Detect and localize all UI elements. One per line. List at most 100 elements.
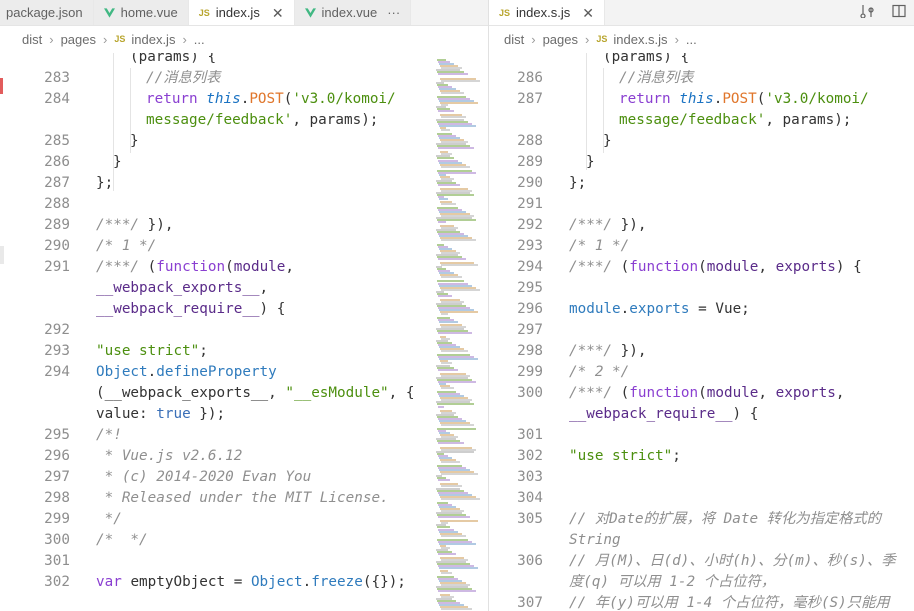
split-editor-icon[interactable] <box>892 3 906 22</box>
code-token: ( <box>620 385 630 401</box>
left-code-editor[interactable]: (params) {283//消息列表 284 return this.POST('… <box>0 53 432 611</box>
js-file-icon: JS <box>596 34 608 44</box>
tab-home-vue[interactable]: home.vue <box>93 0 189 25</box>
right-code-editor[interactable]: (params) {286//消息列表 287 return this.POST('… <box>489 53 914 611</box>
breadcrumb-symbol[interactable]: ... <box>194 32 205 47</box>
code-token: // 月(M)、日(d)、小时(h)、分(m)、秒(s)、季 <box>569 553 896 569</box>
minimap[interactable] <box>432 53 488 611</box>
code-token: ( <box>698 259 707 275</box>
code-line: (params) { <box>603 53 689 68</box>
line-number: 305 <box>517 511 543 527</box>
code-token: . <box>302 574 312 590</box>
code-line: /* 1 */ <box>569 236 629 257</box>
line-number: 287 <box>517 91 543 107</box>
code-token: ( <box>698 385 707 401</box>
code-token: //消息列表 <box>619 70 694 86</box>
code-line: } <box>130 131 139 152</box>
code-token: /* 1 */ <box>569 238 630 254</box>
code-line: /* 1 */ <box>96 236 156 257</box>
code-token: }), <box>147 217 174 233</box>
code-token: (__webpack_exports__, <box>96 385 286 401</box>
code-token: defineProperty <box>156 364 277 380</box>
js-file-icon: JS <box>114 34 126 44</box>
code-token: 度(q) 可以用 1-2 个占位符， <box>569 574 776 590</box>
line-number <box>0 299 70 320</box>
minimap-line <box>441 473 478 476</box>
editor-actions <box>860 0 910 25</box>
line-number <box>489 530 543 551</box>
code-token: 'v3.0/komoi/ <box>765 91 869 107</box>
line-number: 300 <box>517 385 543 401</box>
close-icon[interactable]: ✕ <box>582 6 594 20</box>
breadcrumb-part[interactable]: pages <box>61 32 96 47</box>
minimap-line <box>441 497 480 500</box>
breadcrumb-separator: › <box>182 31 187 47</box>
line-number: 295 <box>44 427 70 443</box>
code-token: module <box>233 259 286 275</box>
code-line: // 对Date的扩展，将 Date 转化为指定格式的 <box>569 509 881 530</box>
code-line: }; <box>96 173 113 194</box>
breadcrumb-right: dist › pages › JS index.s.js › ... <box>504 26 697 52</box>
breadcrumb-file[interactable]: index.s.js <box>613 32 667 47</box>
code-line: //消息列表 <box>619 68 693 89</box>
breadcrumb-separator: › <box>585 31 590 47</box>
code-line: } <box>113 152 122 173</box>
code-token: "use strict" <box>569 448 673 464</box>
tab-index-vue[interactable]: index.vue ··· <box>294 0 412 25</box>
code-line: Object.defineProperty <box>96 362 277 383</box>
breadcrumb-symbol[interactable]: ... <box>686 32 697 47</box>
code-line: __webpack_exports__, <box>96 278 268 299</box>
tab-package-json[interactable]: package.json <box>0 0 94 25</box>
line-number: 301 <box>517 427 543 443</box>
close-icon[interactable]: ✕ <box>272 6 284 20</box>
line-number: 285 <box>44 133 70 149</box>
breadcrumb-part[interactable]: pages <box>543 32 578 47</box>
code-token: . <box>147 364 157 380</box>
breadcrumb-part[interactable]: dist <box>504 32 524 47</box>
code-token: /* 2 */ <box>569 364 630 380</box>
code-token: * Released under the MIT License. <box>96 490 389 506</box>
compare-changes-icon[interactable] <box>860 3 874 22</box>
line-number: 289 <box>517 154 543 170</box>
line-number: 293 <box>517 238 543 254</box>
breadcrumb-separator: › <box>531 31 536 47</box>
code-token: true <box>156 406 191 422</box>
indent-guide <box>113 53 114 191</box>
code-token: }); <box>190 406 226 422</box>
line-number: 297 <box>517 322 543 338</box>
minimap-line <box>441 264 478 267</box>
code-token: return <box>619 91 680 107</box>
code-token: message/feedback' <box>619 112 766 128</box>
tab-index-s-js[interactable]: JS index.s.js ✕ <box>489 0 605 25</box>
code-token: "__esModule" <box>285 385 389 401</box>
js-file-icon: JS <box>198 7 210 18</box>
code-token: ) { <box>259 301 286 317</box>
code-token: } <box>113 154 122 170</box>
more-actions-icon[interactable]: ··· <box>387 5 400 20</box>
code-token: */ <box>96 511 122 527</box>
line-number: 307 <box>517 595 543 611</box>
tab-index-js[interactable]: JS index.js ✕ <box>188 0 295 25</box>
line-number: 298 <box>517 343 543 359</box>
breadcrumb-part[interactable]: dist <box>22 32 42 47</box>
line-number: 292 <box>517 217 543 233</box>
code-line: var emptyObject = Object.freeze({}); <box>96 572 406 593</box>
code-token: POST <box>249 91 284 107</box>
line-number: 287 <box>44 175 70 191</box>
line-number: 303 <box>517 469 543 485</box>
code-line: * Released under the MIT License. <box>96 488 389 509</box>
code-line: * (c) 2014-2020 Evan You <box>96 467 312 488</box>
breadcrumb-file[interactable]: index.js <box>131 32 175 47</box>
code-line: __webpack_require__) { <box>96 299 285 320</box>
line-number <box>0 404 70 425</box>
line-number: 294 <box>44 364 70 380</box>
line-number: 293 <box>44 343 70 359</box>
code-token: ; <box>672 448 681 464</box>
line-number: 295 <box>517 280 543 296</box>
code-token: /***/ <box>569 343 621 359</box>
code-token: function <box>629 259 699 275</box>
code-token: exports <box>775 259 836 275</box>
code-line: "use strict"; <box>96 341 208 362</box>
code-token: this <box>206 91 241 107</box>
code-token: ) { <box>732 406 759 422</box>
